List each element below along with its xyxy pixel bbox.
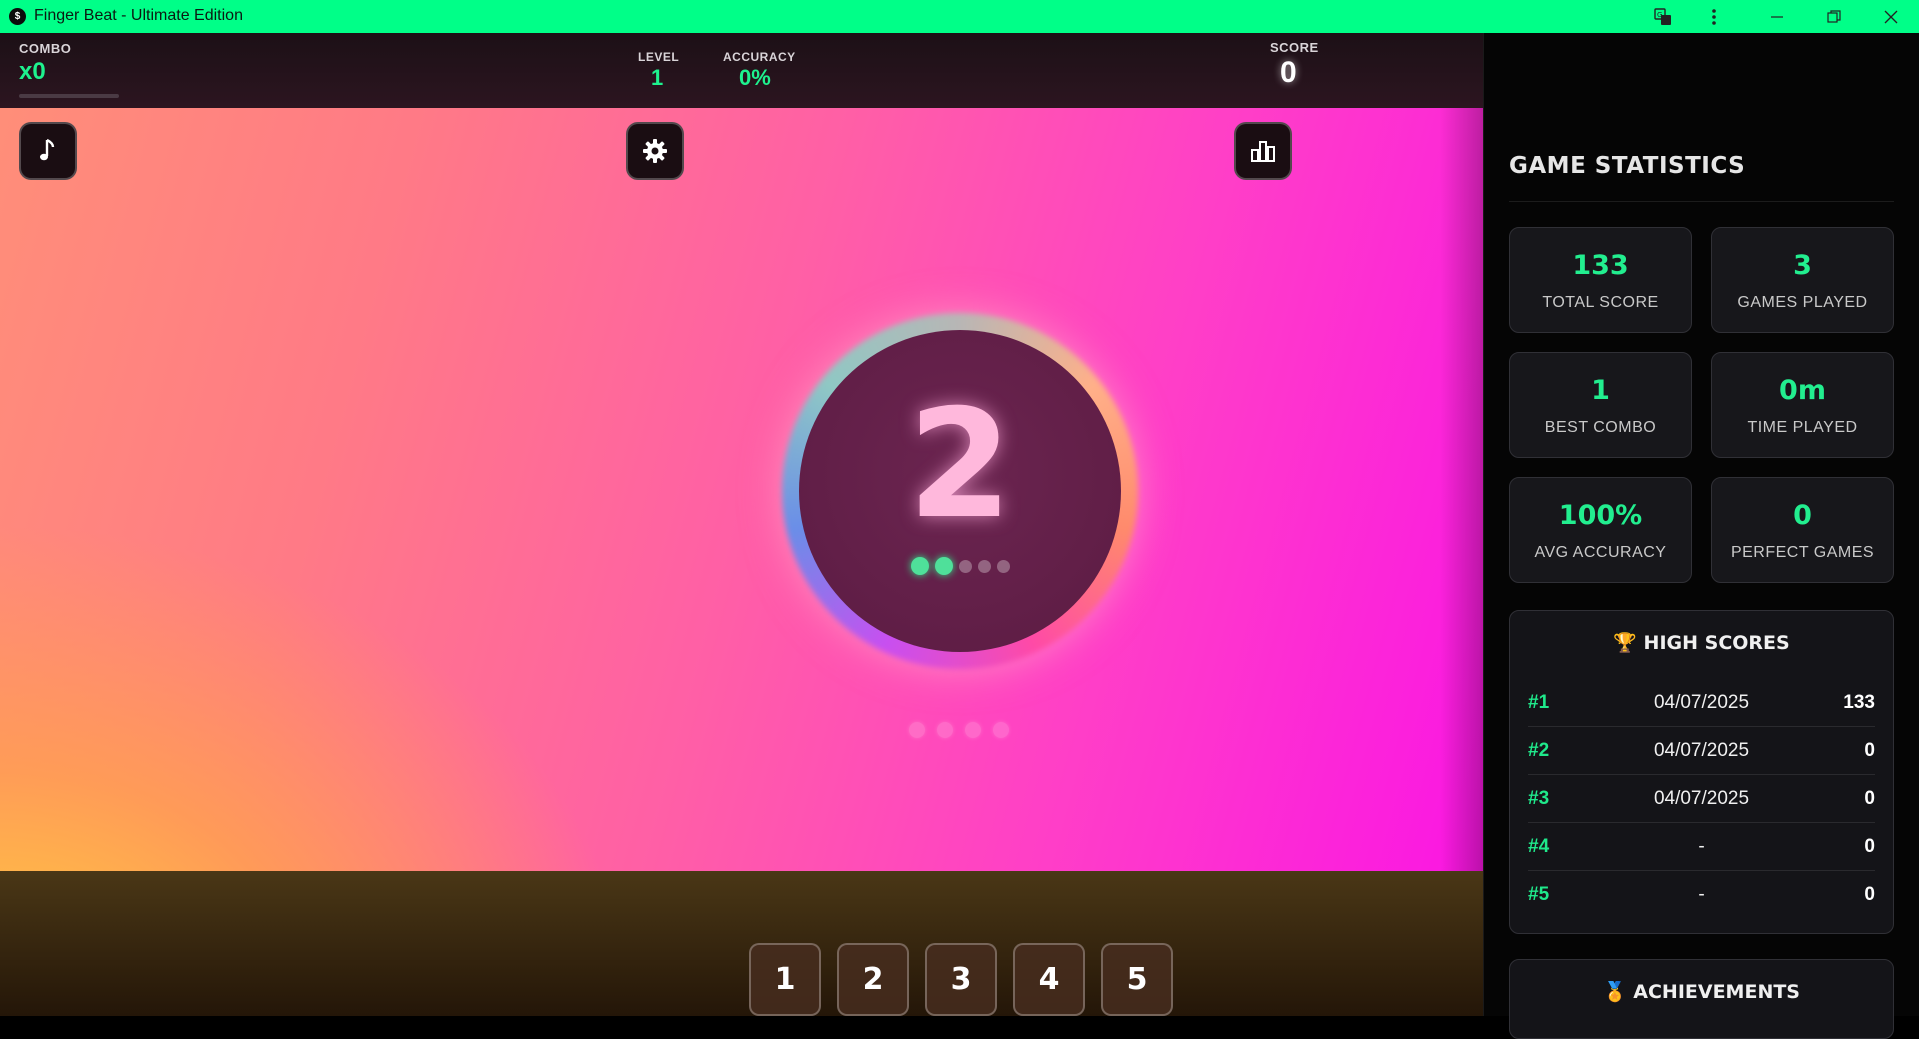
target-number: 2	[907, 378, 1013, 552]
high-score-date: 04/07/2025	[1653, 740, 1750, 761]
round-indicator	[909, 722, 1009, 738]
accuracy-label: ACCURACY	[723, 50, 796, 64]
progress-dot-filled	[934, 557, 953, 575]
stat-card-perfect-games: 0 PERFECT GAMES	[1711, 477, 1894, 583]
key-button-4[interactable]: 4	[1013, 943, 1085, 1016]
high-score-rank: #1	[1528, 692, 1550, 713]
finger-beat-logo-icon: $	[9, 8, 26, 25]
settings-button[interactable]	[626, 122, 684, 180]
maximize-icon[interactable]	[1806, 0, 1862, 33]
gear-icon	[643, 139, 667, 163]
high-scores-title: 🏆 HIGH SCORES	[1613, 632, 1790, 654]
stat-value: 1	[1591, 375, 1610, 406]
progress-dot-filled	[910, 557, 929, 575]
round-dot	[993, 722, 1009, 738]
high-score-date: 04/07/2025	[1653, 788, 1750, 809]
divider	[1509, 201, 1894, 202]
high-score-row: - #4 0	[1528, 823, 1875, 871]
stat-value: 0m	[1779, 375, 1826, 406]
combo-progress-bar	[19, 94, 119, 98]
combo-value: x0	[19, 58, 46, 85]
high-score-date: 04/07/2025	[1653, 692, 1750, 713]
target-disc[interactable]: 2	[799, 330, 1121, 652]
stat-label: AVG ACCURACY	[1534, 544, 1667, 561]
minimize-icon[interactable]	[1749, 0, 1805, 33]
score-value: 0	[1280, 56, 1297, 89]
hud-bar: COMBO x0 LEVEL 1 ACCURACY 0% SCORE 0	[0, 33, 1483, 108]
music-note-icon	[40, 138, 55, 161]
title-bar: $ Finger Beat - Ultimate Edition G	[0, 0, 1919, 33]
sequence-progress	[799, 557, 1121, 575]
high-score-rank: #3	[1528, 788, 1550, 809]
window-title: Finger Beat - Ultimate Edition	[34, 7, 243, 24]
translate-icon[interactable]: G	[1635, 0, 1691, 33]
game-area: COMBO x0 LEVEL 1 ACCURACY 0% SCORE 0 2 1…	[0, 33, 1483, 1016]
progress-dot-empty	[996, 559, 1010, 573]
stat-label: BEST COMBO	[1544, 419, 1657, 436]
high-score-date: -	[1698, 884, 1705, 905]
high-score-rank: #2	[1528, 740, 1550, 761]
stat-card-total-score: 133 TOTAL SCORE	[1509, 227, 1692, 333]
high-score-rank: #5	[1528, 884, 1550, 905]
stat-label: TIME PLAYED	[1747, 419, 1858, 436]
round-dot	[909, 722, 925, 738]
score-label: SCORE	[1270, 40, 1319, 55]
achievements-title: 🏅 ACHIEVEMENTS	[1603, 981, 1800, 1003]
stat-value: 133	[1572, 250, 1629, 281]
accuracy-value: 0%	[739, 65, 771, 90]
progress-dot-empty	[958, 559, 972, 573]
round-dot	[965, 722, 981, 738]
stat-value: 3	[1793, 250, 1812, 281]
stat-card-time-played: 0m TIME PLAYED	[1711, 352, 1894, 458]
svg-text:G: G	[1657, 11, 1662, 19]
high-score-row: 04/07/2025 #1 133	[1528, 679, 1875, 727]
high-score-row: - #5 0	[1528, 871, 1875, 918]
key-button-5[interactable]: 5	[1101, 943, 1173, 1016]
close-icon[interactable]	[1863, 0, 1919, 33]
high-score-value: 0	[1864, 884, 1875, 905]
combo-label: COMBO	[19, 41, 72, 56]
stat-card-games-played: 3 GAMES PLAYED	[1711, 227, 1894, 333]
stat-value: 0	[1793, 500, 1812, 531]
stat-label: GAMES PLAYED	[1737, 294, 1868, 311]
high-score-row: 04/07/2025 #2 0	[1528, 727, 1875, 775]
high-score-value: 0	[1864, 740, 1875, 761]
stat-label: PERFECT GAMES	[1730, 544, 1875, 561]
level-label: LEVEL	[638, 50, 680, 64]
key-button-2[interactable]: 2	[837, 943, 909, 1016]
high-scores-panel: 🏆 HIGH SCORES 04/07/2025 #1 133 04/07/20…	[1509, 610, 1894, 934]
key-button-3[interactable]: 3	[925, 943, 997, 1016]
music-button[interactable]	[19, 122, 77, 180]
high-score-value: 133	[1843, 692, 1875, 713]
achievements-panel: 🏅 ACHIEVEMENTS	[1509, 959, 1894, 1039]
high-score-rank: #4	[1528, 836, 1550, 857]
stats-sidebar: GAME STATISTICS 133 TOTAL SCORE 3 GAMES …	[1483, 33, 1919, 1039]
high-score-value: 0	[1864, 788, 1875, 809]
progress-dot-empty	[977, 559, 991, 573]
high-score-date: -	[1698, 836, 1705, 857]
stat-label: TOTAL SCORE	[1542, 294, 1659, 311]
sidebar-title: GAME STATISTICS	[1509, 153, 1746, 179]
stats-button[interactable]	[1234, 122, 1292, 180]
level-value: 1	[651, 65, 664, 90]
key-pad	[0, 871, 1483, 1016]
stat-card-avg-accuracy: 100% AVG ACCURACY	[1509, 477, 1692, 583]
key-button-1[interactable]: 1	[749, 943, 821, 1016]
more-vertical-icon[interactable]	[1686, 0, 1742, 33]
stat-card-best-combo: 1 BEST COMBO	[1509, 352, 1692, 458]
bar-chart-icon	[1251, 141, 1275, 162]
high-score-value: 0	[1864, 836, 1875, 857]
stat-value: 100%	[1558, 500, 1643, 531]
high-score-row: 04/07/2025 #3 0	[1528, 775, 1875, 823]
round-dot	[937, 722, 953, 738]
